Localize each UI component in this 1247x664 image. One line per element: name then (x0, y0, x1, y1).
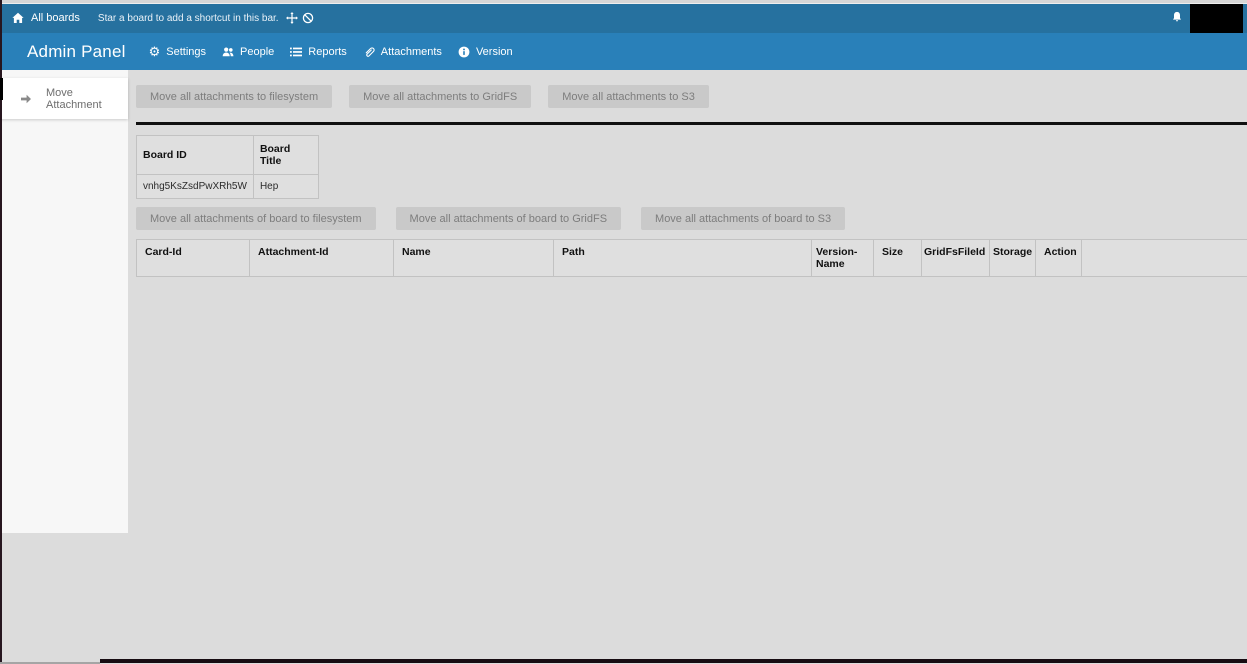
nav-item-attachments[interactable]: Attachments (363, 46, 442, 58)
ban-icon[interactable] (302, 12, 314, 24)
nav-item-label: Version (476, 46, 513, 58)
column-header-card-id: Card-Id (137, 240, 250, 277)
nav-item-settings[interactable]: ⚙ Settings (149, 45, 206, 59)
global-actions-row: Move all attachments to filesystem Move a… (136, 85, 1247, 108)
column-header-version-name: Version-Name (812, 240, 874, 277)
move-all-attachments-to-s3-button[interactable]: Move all attachments to S3 (548, 85, 709, 108)
move-attachment-panel: Move all attachments to filesystem Move a… (136, 70, 1247, 277)
board-id-header: Board ID (137, 136, 254, 175)
nav-item-people[interactable]: People (222, 46, 274, 58)
user-menu-redacted[interactable] (1190, 4, 1243, 33)
move-all-attachments-to-gridfs-button[interactable]: Move all attachments to GridFS (349, 85, 531, 108)
notifications-bell-icon[interactable] (1171, 11, 1183, 23)
screenshot-left-notch (0, 78, 3, 100)
nav-item-label: Settings (166, 46, 206, 58)
home-icon (12, 12, 24, 24)
all-boards-label: All boards (31, 12, 80, 24)
attachments-table-header-row: Card-IdAttachment-IdNamePathVersion-Name… (137, 240, 1247, 277)
users-icon (222, 46, 234, 58)
board-title-header: Board Title (253, 136, 318, 175)
content-area: Move Attachment Move all attachments to … (0, 70, 1247, 664)
arrows-move-icon[interactable] (286, 12, 298, 24)
column-header-attachment-id: Attachment-Id (250, 240, 394, 277)
sidebar-item-label: Move Attachment (46, 87, 128, 111)
attachments-table: Card-IdAttachment-IdNamePathVersion-Name… (136, 239, 1247, 277)
gear-icon: ⚙ (149, 45, 161, 59)
column-header-name: Name (394, 240, 554, 277)
admin-nav: ⚙ Settings People Reports Attachments Version (149, 45, 513, 59)
nav-item-version[interactable]: Version (458, 46, 513, 58)
screenshot-bottom-edge (100, 659, 1247, 663)
wekan-admin-panel-screen: All boards Star a board to add a shortcu… (0, 0, 1247, 664)
column-header-path: Path (554, 240, 812, 277)
board-title-cell: Hep (253, 175, 318, 199)
list-icon (290, 46, 302, 58)
move-all-attachments-of-board-to-gridfs-button[interactable]: Move all attachments of board to GridFS (396, 207, 621, 230)
board-actions-row: Move all attachments of board to filesys… (136, 207, 1247, 230)
column-header-size: Size (874, 240, 922, 277)
sidebar-item-move-attachment[interactable]: Move Attachment (0, 78, 128, 119)
move-all-attachments-to-filesystem-button[interactable]: Move all attachments to filesystem (136, 85, 332, 108)
nav-item-label: Attachments (381, 46, 442, 58)
sidebar: Move Attachment (0, 70, 128, 533)
screenshot-top-edge (0, 0, 1247, 4)
column-header-storage: Storage (990, 240, 1036, 277)
column-header-gridfsfileid: GridFsFileId (922, 240, 990, 277)
arrow-right-icon (20, 93, 32, 105)
nav-item-label: People (240, 46, 274, 58)
page-title: Admin Panel (27, 42, 126, 62)
nav-item-reports[interactable]: Reports (290, 46, 347, 58)
info-icon (458, 46, 470, 58)
column-header-action: Action (1036, 240, 1082, 277)
section-divider (136, 122, 1247, 125)
all-boards-link[interactable]: All boards (12, 12, 80, 24)
move-all-attachments-of-board-to-filesystem-button[interactable]: Move all attachments of board to filesys… (136, 207, 376, 230)
table-row: vnhg5KsZsdPwXRh5W Hep (137, 175, 319, 199)
column-header-actions (1082, 240, 1247, 277)
star-board-hint: Star a board to add a shortcut in this b… (98, 13, 279, 24)
move-all-attachments-of-board-to-s3-button[interactable]: Move all attachments of board to S3 (641, 207, 845, 230)
admin-navbar: Admin Panel ⚙ Settings People Reports Attach… (0, 33, 1247, 70)
topbar: All boards Star a board to add a shortcu… (0, 3, 1247, 33)
board-table: Board ID Board Title vnhg5KsZsdPwXRh5W H… (136, 135, 319, 199)
paperclip-icon (363, 46, 375, 58)
nav-item-label: Reports (308, 46, 347, 58)
board-id-cell: vnhg5KsZsdPwXRh5W (137, 175, 254, 199)
